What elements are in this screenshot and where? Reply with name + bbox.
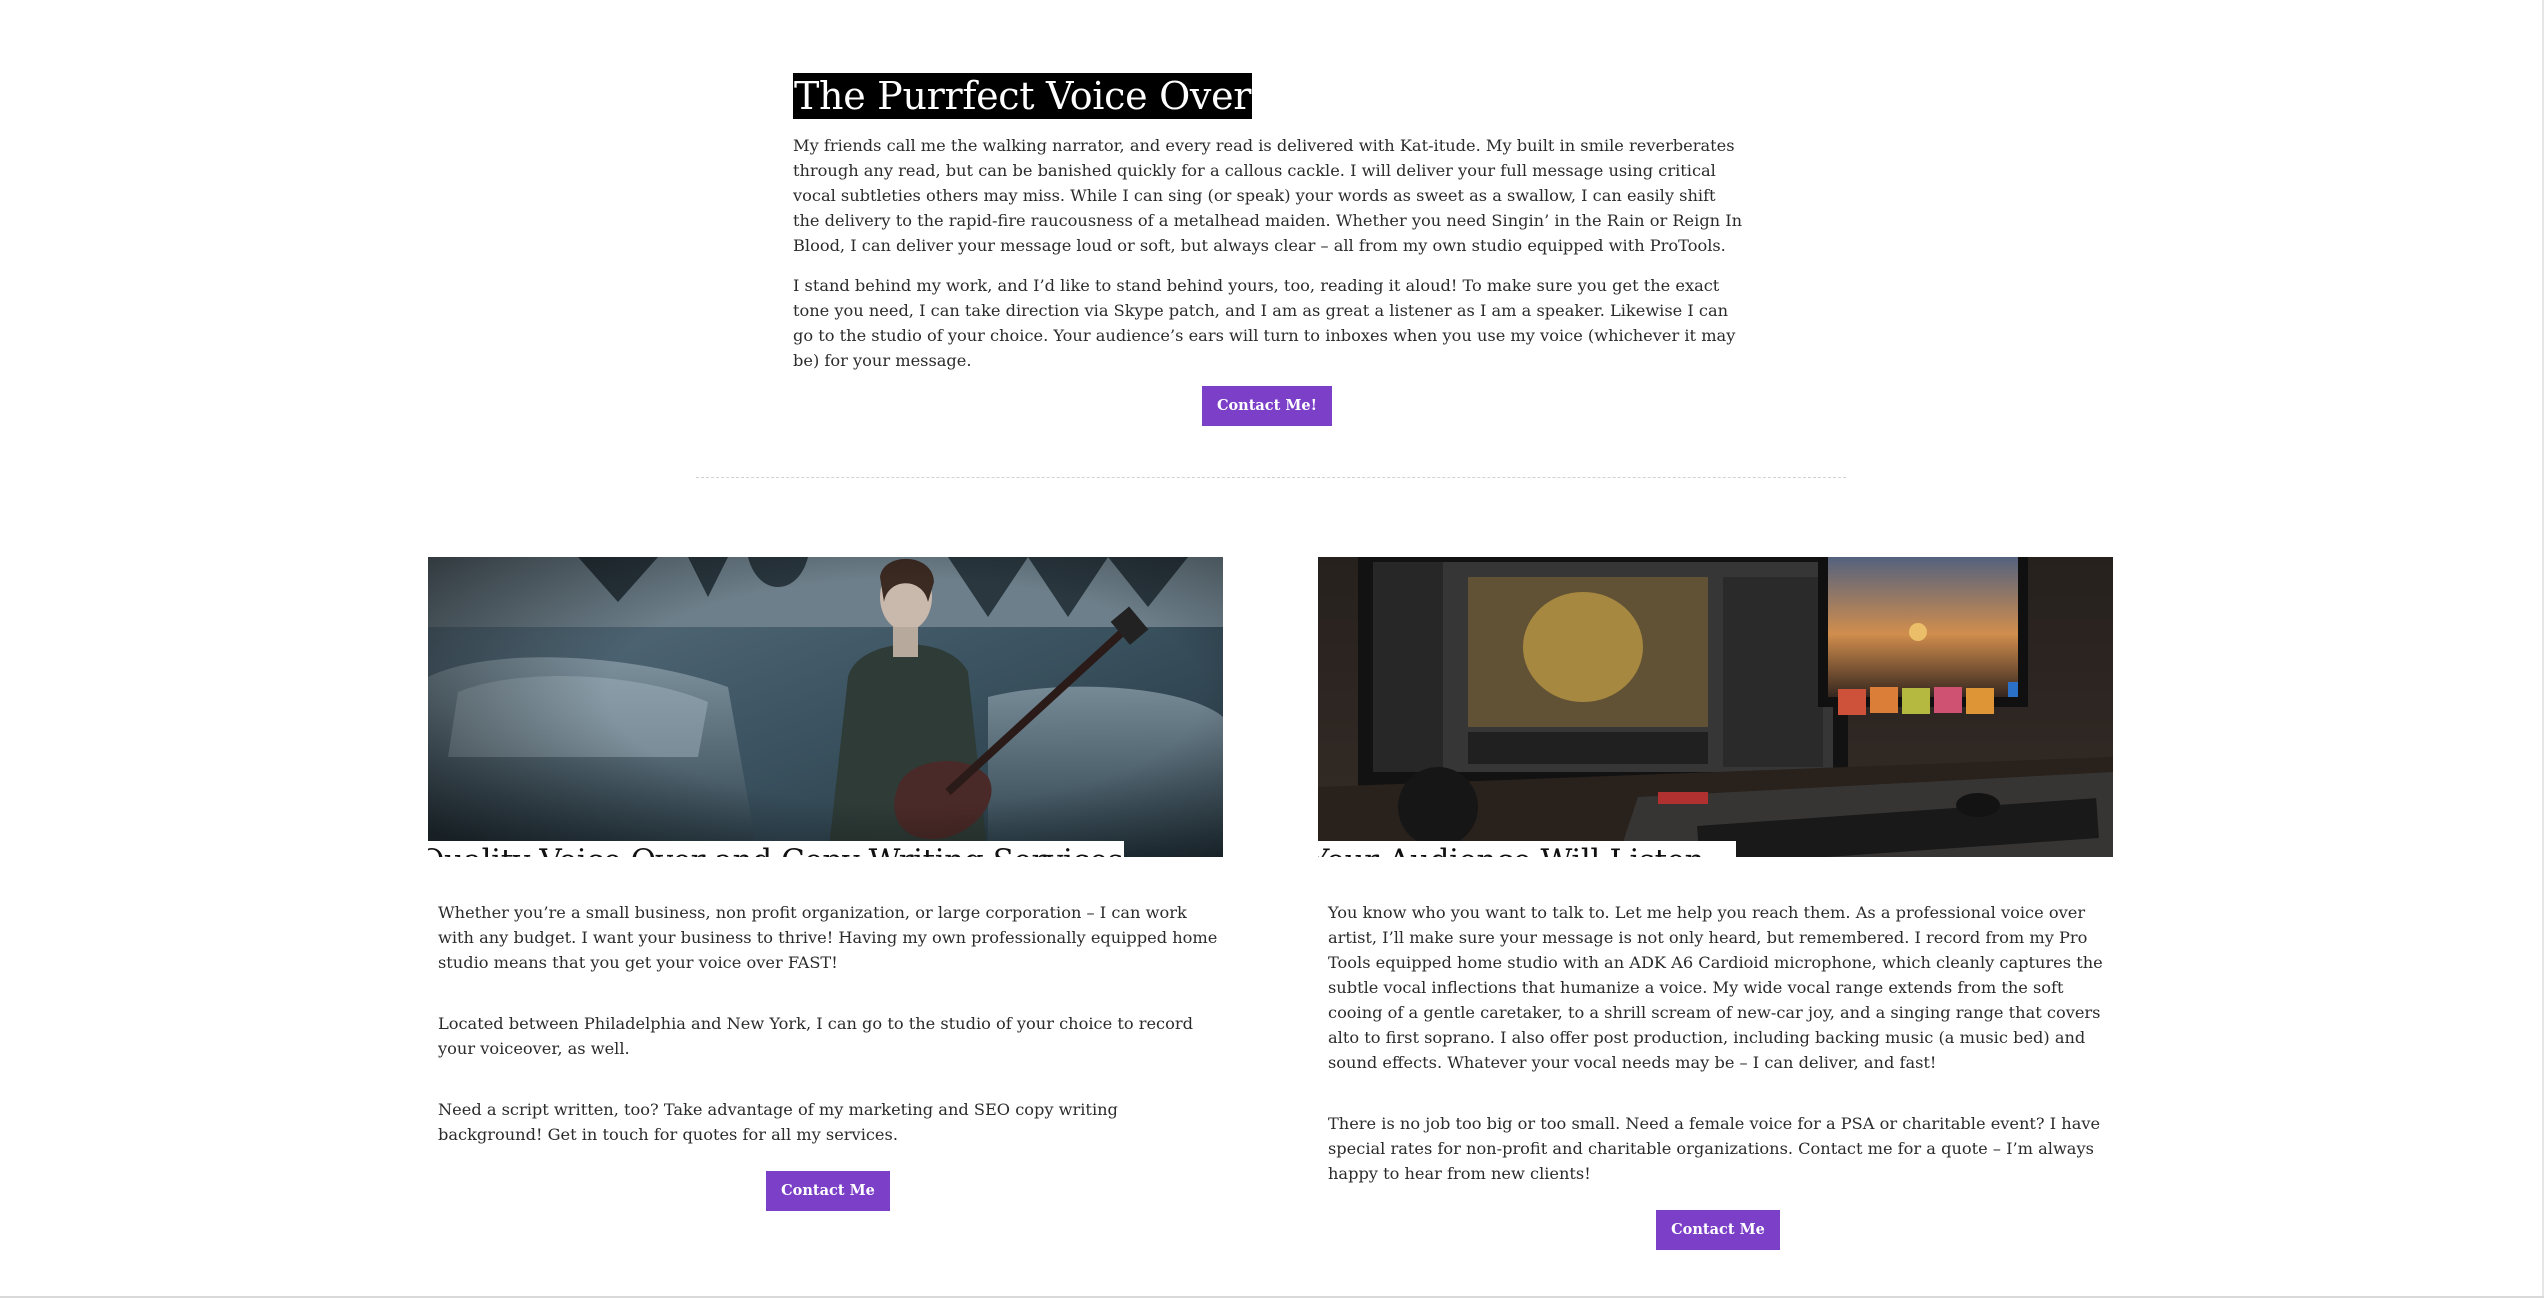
bass-player-photo: Quality Voice Over and Copy Writing Serv… [428,557,1223,857]
audience-paragraph-1: You know who you want to talk to. Let me… [1328,903,2103,1072]
audience-paragraph-2: There is no job too big or too small. Ne… [1328,1114,2101,1183]
section-divider [696,477,1846,478]
studio-desk-photo: Your Audience Will Listen… [1318,557,2113,857]
contact-me-button-intro[interactable]: Contact Me! [1201,386,1333,426]
intro-section: The Purrfect Voice Over My friends call … [793,73,1743,426]
services-button-wrap: Contact Me [438,1171,1218,1211]
audience-body: You know who you want to talk to. Let me… [1318,900,2108,1250]
intro-button-wrap: Contact Me! [793,386,1741,426]
services-paragraph-2: Located between Philadelphia and New Yor… [438,1014,1193,1058]
bass-player-image [428,557,1223,857]
services-body: Whether you’re a small business, non pro… [428,900,1218,1211]
audience-title: Your Audience Will Listen… [1318,840,1736,857]
audience-button-wrap: Contact Me [1328,1210,2108,1250]
services-title: Quality Voice Over and Copy Writing Serv… [428,840,1124,857]
contact-me-button-services[interactable]: Contact Me [766,1171,890,1211]
contact-me-button-audience[interactable]: Contact Me [1656,1210,1780,1250]
intro-title: The Purrfect Voice Over [793,73,1253,119]
intro-paragraph-2: I stand behind my work, and I’d like to … [793,276,1736,370]
services-paragraph-1: Whether you’re a small business, non pro… [438,903,1218,972]
services-column: Quality Voice Over and Copy Writing Serv… [428,557,1223,1211]
services-paragraph-3: Need a script written, too? Take advanta… [438,1100,1118,1144]
page: The Purrfect Voice Over My friends call … [0,0,2544,1298]
studio-desk-image [1318,557,2113,857]
intro-paragraph-1: My friends call me the walking narrator,… [793,136,1743,255]
audience-column: Your Audience Will Listen… You know who … [1318,557,2113,1250]
